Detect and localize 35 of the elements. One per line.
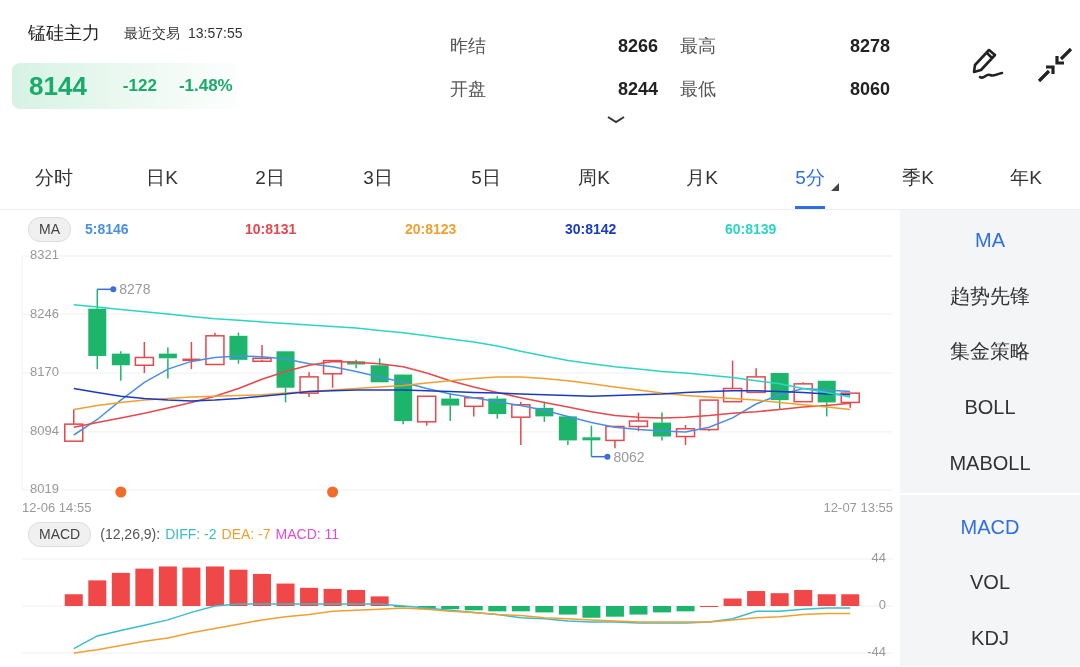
ma-legend-value: 5:8146 <box>85 219 130 239</box>
last-price: 8144 <box>29 69 87 103</box>
stat-value: 8266 <box>617 35 658 58</box>
instrument-title: 锰硅主力 <box>28 22 100 45</box>
macd-legend-value: MACD: 11 <box>275 524 340 544</box>
axis-label: 8246 <box>30 305 59 321</box>
axis-label: 8321 <box>30 248 59 263</box>
axis-label: 44 <box>871 550 886 566</box>
axis-label: 8170 <box>30 364 59 380</box>
stat-value: 8060 <box>849 78 890 101</box>
ma-legend-value: 20:8123 <box>405 219 458 239</box>
axis-label: -44 <box>867 644 886 660</box>
ma-legend-value: 30:8142 <box>565 219 618 239</box>
price-label: 8278 <box>119 281 151 298</box>
stat-label: 开盘 <box>450 78 487 101</box>
stat-label: 最高 <box>680 35 717 58</box>
stat-value: 8244 <box>617 78 658 101</box>
stat-label: 最低 <box>680 78 717 101</box>
percent-change: -1.48% <box>178 75 233 98</box>
last-trade-time: 13:57:55 <box>188 24 243 43</box>
time-label: 12-07 13:55 <box>823 499 893 517</box>
macd-legend-value: DIFF: -2 <box>165 524 217 544</box>
time-label: 12-06 14:55 <box>22 499 92 517</box>
price-label: 8062 <box>613 448 645 465</box>
ma-legend-value: 60:8139 <box>725 219 778 239</box>
stat-label: 昨结 <box>450 35 487 58</box>
last-trade-label: 最近交易 <box>124 24 180 43</box>
price-change: -122 <box>122 75 157 98</box>
axis-label: 0 <box>878 597 886 613</box>
macd-legend-value: DEA: -7 <box>221 524 271 544</box>
ma-legend-value: 10:8131 <box>245 219 298 239</box>
stat-value: 8278 <box>849 35 890 58</box>
indicator-params: (12,26,9): <box>100 524 161 544</box>
axis-label: 8019 <box>30 481 59 497</box>
axis-label: 8094 <box>30 423 59 439</box>
